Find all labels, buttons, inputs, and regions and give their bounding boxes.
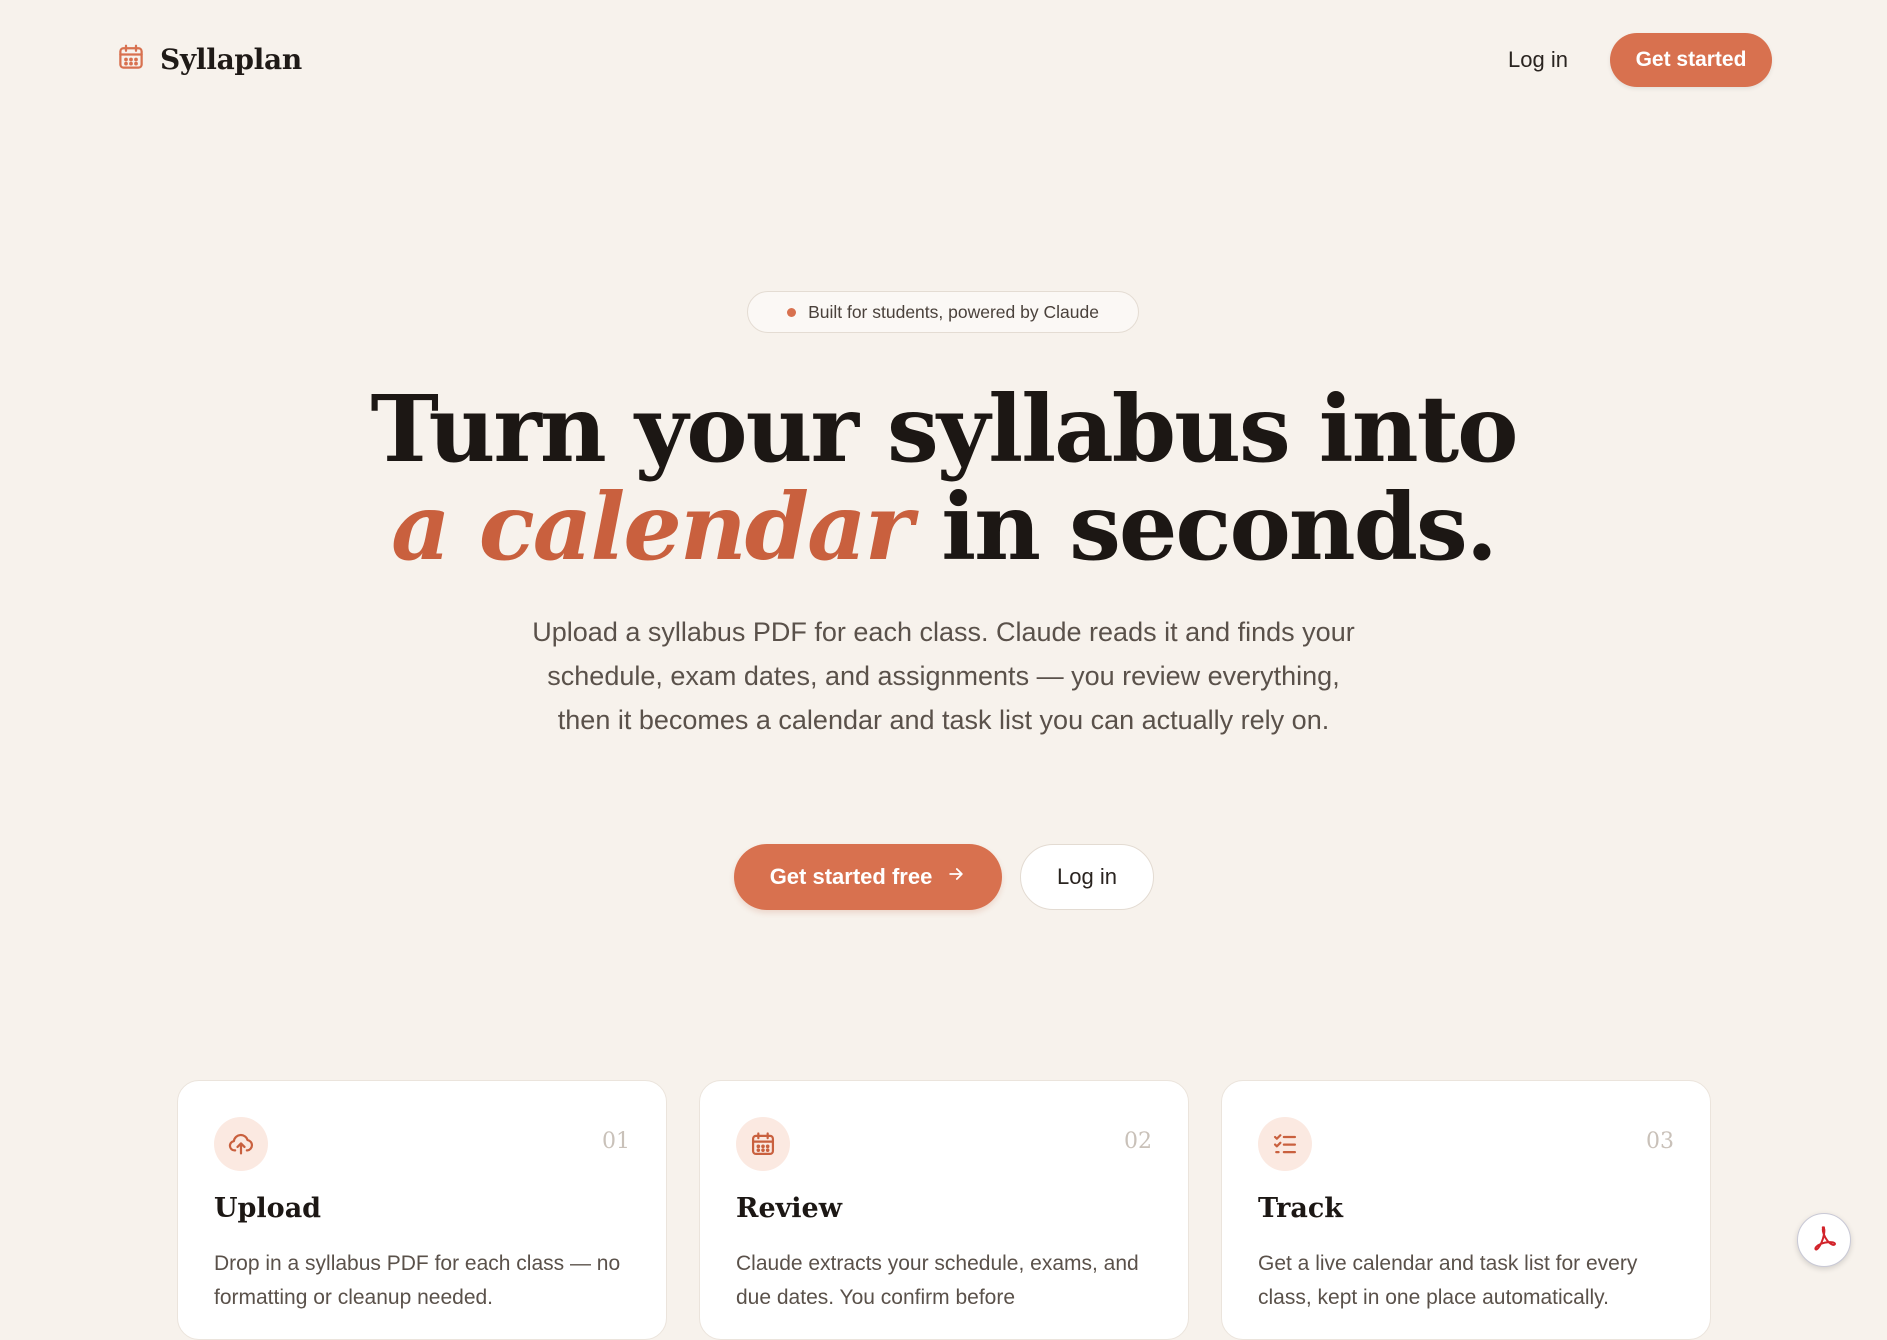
calendar-icon xyxy=(736,1117,790,1171)
card-title: Track xyxy=(1258,1193,1343,1224)
feature-card-track: 03 Track Get a live calendar and task li… xyxy=(1221,1080,1711,1340)
nav-get-started-button[interactable]: Get started xyxy=(1610,33,1772,87)
card-description: Claude extracts your schedule, exams, an… xyxy=(736,1252,1139,1309)
brand-logo[interactable]: Syllaplan xyxy=(116,42,302,77)
headline-line-2: a calendar in seconds. xyxy=(0,478,1887,576)
arrow-right-icon xyxy=(946,864,966,890)
card-title: Upload xyxy=(214,1193,322,1224)
calendar-icon xyxy=(116,42,146,77)
acrobat-pdf-icon xyxy=(1809,1223,1839,1258)
hero-badge: Built for students, powered by Claude xyxy=(747,291,1139,333)
top-nav: Syllaplan Log in Get started xyxy=(0,0,1887,120)
step-number: 02 xyxy=(1124,1129,1152,1154)
headline-line-1: Turn your syllabus into xyxy=(370,375,1518,483)
hero-login-button[interactable]: Log in xyxy=(1020,844,1154,910)
step-number: 01 xyxy=(602,1129,630,1154)
feature-card-upload: 01 Upload Drop in a syllabus PDF for eac… xyxy=(177,1080,667,1340)
get-started-free-button[interactable]: Get started free xyxy=(734,844,1002,910)
badge-text: Built for students, powered by Claude xyxy=(808,301,1099,322)
checklist-icon xyxy=(1258,1117,1312,1171)
headline-rest: in seconds. xyxy=(911,473,1498,581)
step-number: 03 xyxy=(1646,1129,1674,1154)
hero-subtitle: Upload a syllabus PDF for each class. Cl… xyxy=(532,617,1355,735)
feature-card-review: 02 Review Claude extracts your schedule,… xyxy=(699,1080,1189,1340)
nav-login-link[interactable]: Log in xyxy=(1496,40,1580,80)
headline-accent: a calendar xyxy=(391,473,913,581)
badge-dot xyxy=(787,307,797,317)
primary-cta-label: Get started free xyxy=(769,864,933,889)
card-description: Get a live calendar and task list for ev… xyxy=(1258,1252,1638,1309)
hero-headline: Turn your syllabus into a calendar in se… xyxy=(0,380,1887,576)
brand-name: Syllaplan xyxy=(160,43,302,76)
cloud-upload-icon xyxy=(214,1117,268,1171)
acrobat-pdf-button[interactable] xyxy=(1797,1213,1851,1267)
card-description: Drop in a syllabus PDF for each class — … xyxy=(214,1252,621,1309)
card-title: Review xyxy=(736,1193,842,1224)
